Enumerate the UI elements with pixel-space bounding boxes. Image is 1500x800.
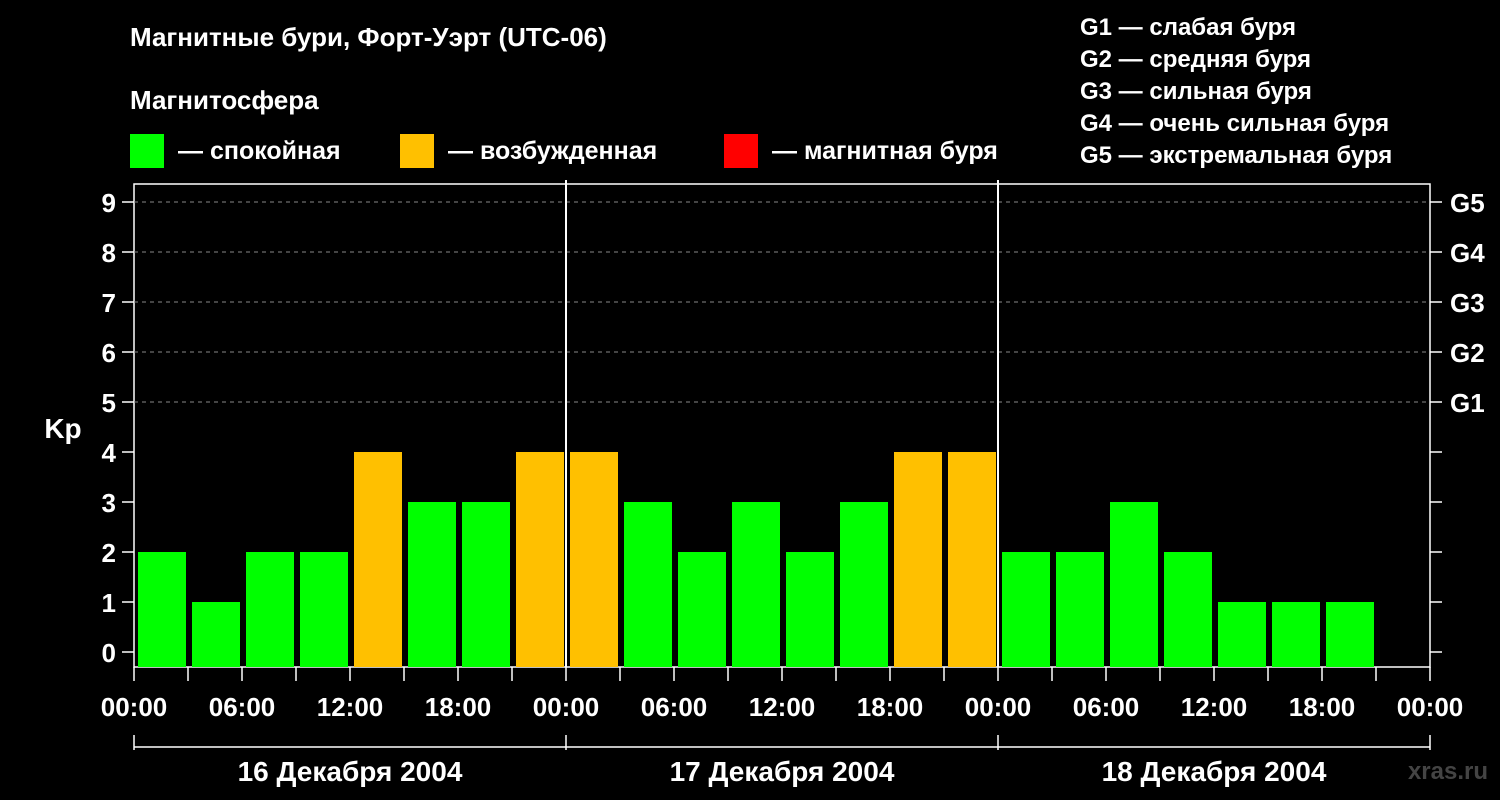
day-label: 16 Декабря 2004 [238, 756, 463, 787]
g-level-label: G1 [1450, 388, 1485, 418]
x-tick-label: 18:00 [1289, 692, 1356, 722]
kp-bar [948, 452, 996, 667]
kp-bar [1002, 552, 1050, 667]
x-tick-label: 18:00 [857, 692, 924, 722]
x-tick-label: 06:00 [1073, 692, 1140, 722]
y-tick-label: 6 [102, 338, 116, 368]
x-tick-label: 00:00 [1397, 692, 1464, 722]
kp-bar [246, 552, 294, 667]
kp-bar [516, 452, 564, 667]
g-level-label: G5 [1450, 188, 1485, 218]
g-level-label: G4 [1450, 238, 1485, 268]
x-tick-label: 00:00 [101, 692, 168, 722]
g-level-label: G3 [1450, 288, 1485, 318]
kp-bar [570, 452, 618, 667]
kp-bar [894, 452, 942, 667]
kp-bar [840, 502, 888, 667]
y-tick-label: 3 [102, 488, 116, 518]
kp-bar [1218, 602, 1266, 667]
y-tick-label: 7 [102, 288, 116, 318]
kp-bar [1110, 502, 1158, 667]
kp-bar [1326, 602, 1374, 667]
y-tick-label: 4 [102, 438, 117, 468]
x-tick-label: 12:00 [749, 692, 816, 722]
y-tick-label: 9 [102, 188, 116, 218]
x-tick-label: 12:00 [317, 692, 384, 722]
y-tick-label: 8 [102, 238, 116, 268]
y-tick-label: 2 [102, 538, 116, 568]
kp-bar [1164, 552, 1212, 667]
day-label: 17 Декабря 2004 [670, 756, 895, 787]
y-axis-label: Kp [44, 413, 81, 444]
y-tick-label: 0 [102, 638, 116, 668]
kp-bar-chart: 0 1 2 3 4 5 6 7 8 9 G1 G2 G3 G4 G5 Kp 00:00 06:00 12:00 18:… [44, 180, 1485, 787]
kp-bar [408, 502, 456, 667]
kp-bar [192, 602, 240, 667]
x-tick-label: 00:00 [965, 692, 1032, 722]
x-tick-label: 00:00 [533, 692, 600, 722]
kp-bar [138, 552, 186, 667]
kp-bar [1272, 602, 1320, 667]
kp-bar [1056, 552, 1104, 667]
x-tick-label: 12:00 [1181, 692, 1248, 722]
watermark: xras.ru [1407, 758, 1488, 785]
y-tick-label: 5 [102, 388, 116, 418]
kp-bar [732, 502, 780, 667]
kp-bar [678, 552, 726, 667]
y-tick-label: 1 [102, 588, 116, 618]
kp-bar [462, 502, 510, 667]
kp-bar [624, 502, 672, 667]
kp-bar [300, 552, 348, 667]
x-tick-label: 06:00 [209, 692, 276, 722]
day-label: 18 Декабря 2004 [1102, 756, 1327, 787]
kp-bar [786, 552, 834, 667]
g-level-label: G2 [1450, 338, 1485, 368]
x-tick-label: 18:00 [425, 692, 492, 722]
kp-bar [354, 452, 402, 667]
x-tick-label: 06:00 [641, 692, 708, 722]
